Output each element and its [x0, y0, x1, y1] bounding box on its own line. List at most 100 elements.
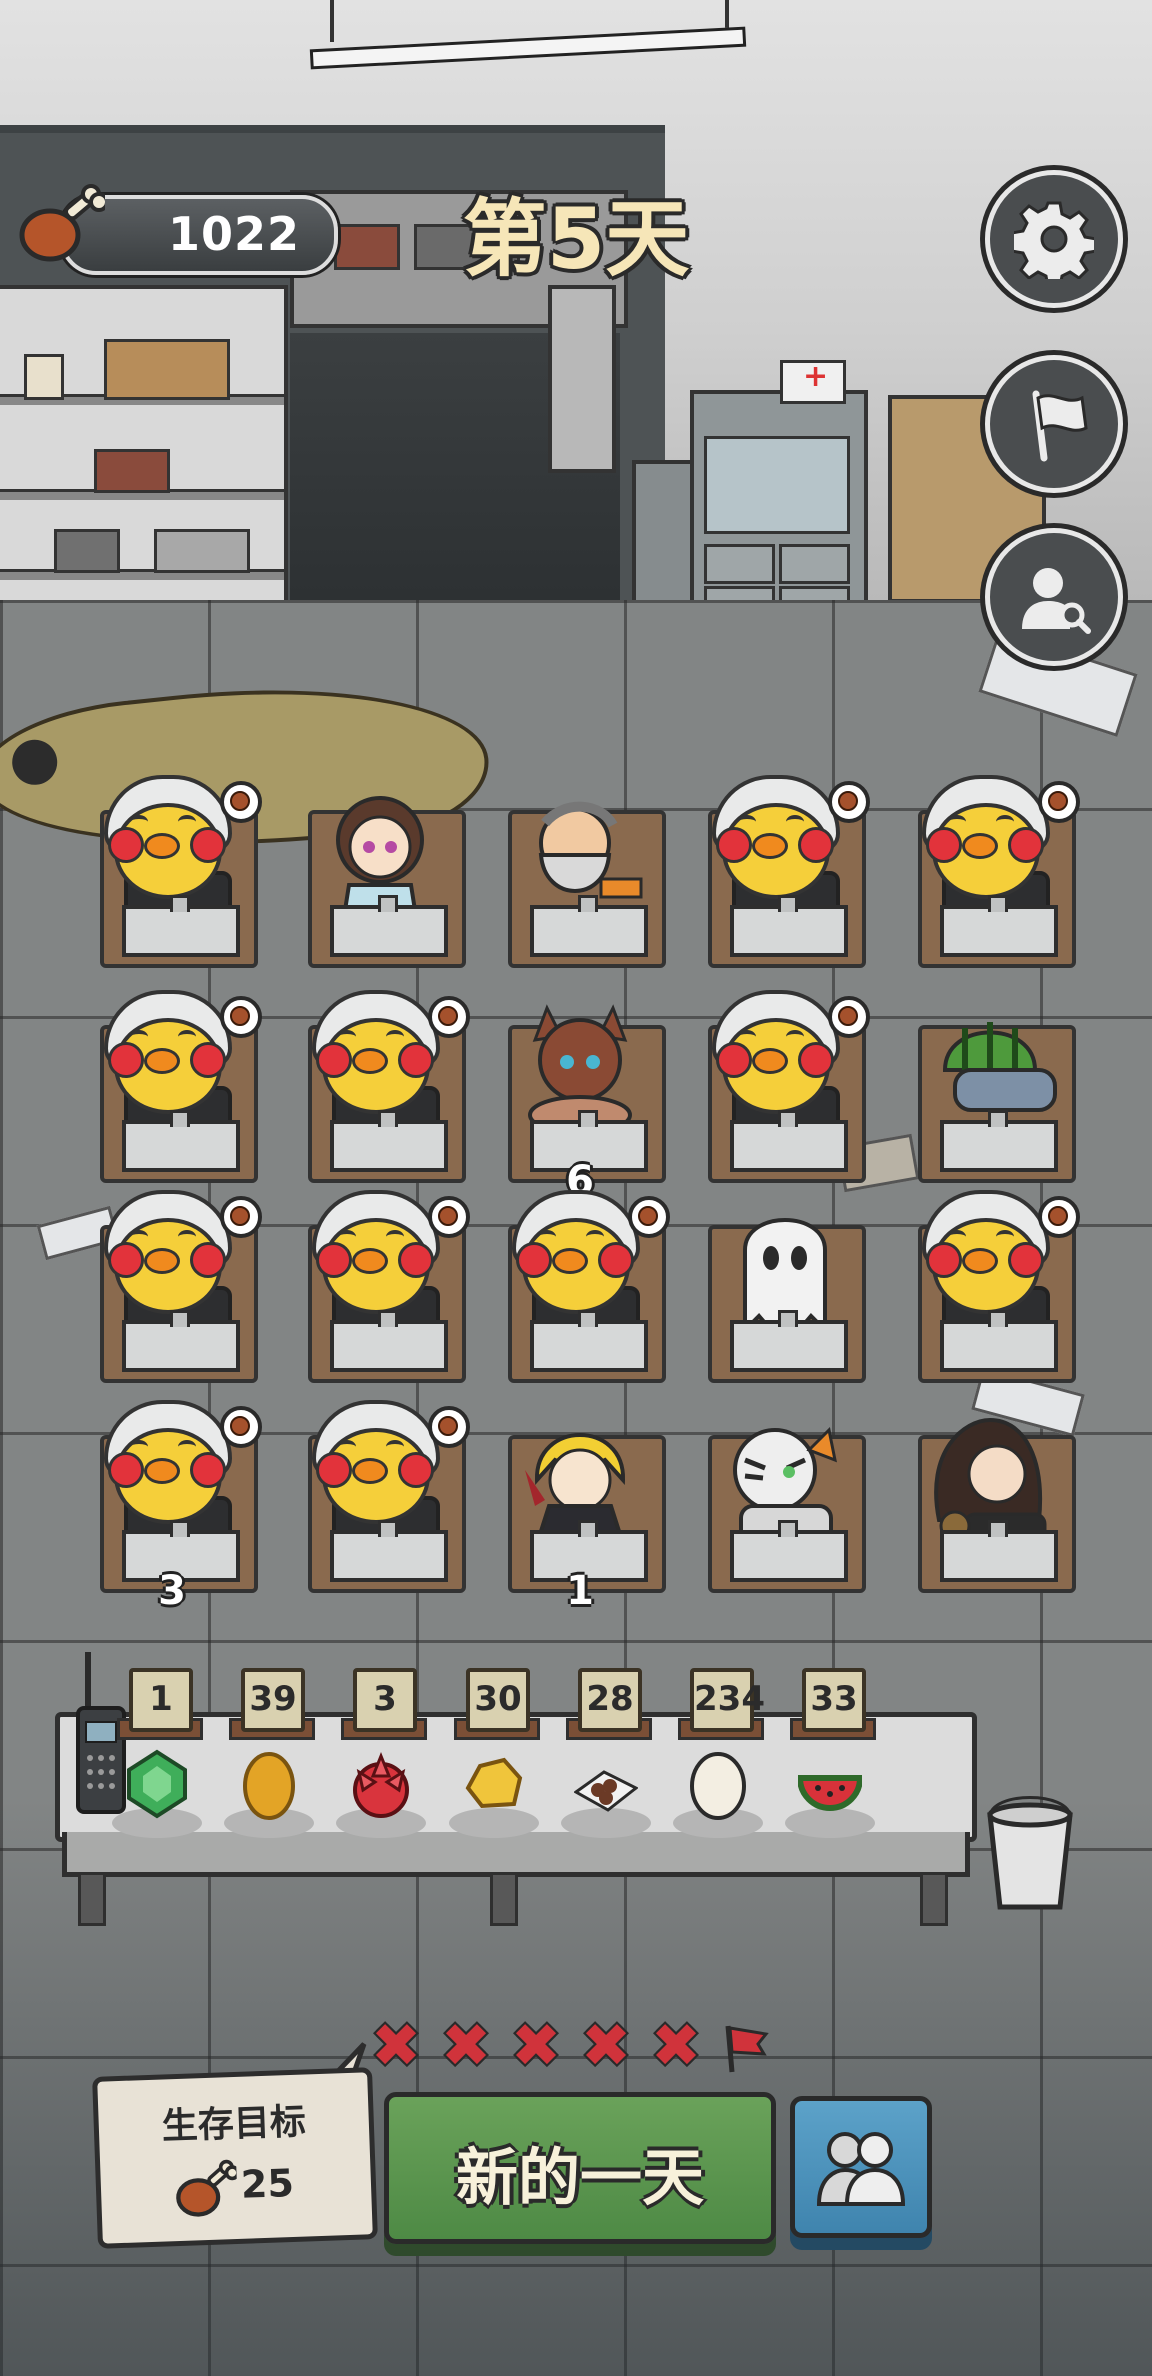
settings-button[interactable] — [985, 170, 1123, 308]
emerald-icon — [127, 1749, 187, 1819]
desk — [940, 1110, 1058, 1172]
drumstick-icon — [19, 184, 105, 262]
bucket-icon — [987, 1796, 1073, 1910]
desk — [730, 1520, 848, 1582]
basketball-icon — [428, 1406, 470, 1448]
user-search-icon — [1022, 568, 1091, 634]
desk — [330, 895, 448, 957]
student-chick-character — [94, 775, 234, 929]
group-icon — [816, 2132, 906, 2206]
seat-student[interactable] — [690, 990, 870, 1190]
desk — [730, 895, 848, 957]
seat-count: 1 — [566, 1568, 594, 1614]
basketball-icon — [828, 996, 870, 1038]
seat-horned-beast[interactable]: 6 — [490, 990, 670, 1204]
seat-student[interactable] — [82, 1190, 262, 1390]
item-count: 30 — [466, 1668, 530, 1732]
basketball-icon — [828, 781, 870, 823]
new-day-label: 新的一天 — [455, 2141, 704, 2214]
basketball-icon — [628, 1196, 670, 1238]
seat-student[interactable] — [290, 1400, 470, 1600]
desk — [940, 895, 1058, 957]
seat-student[interactable] — [690, 775, 870, 975]
item-count: 3 — [353, 1668, 417, 1732]
chocolate-plate-icon — [574, 1770, 638, 1812]
egg-icon — [690, 1752, 746, 1820]
strike-mark: ✖ — [370, 2011, 422, 2081]
inventory-item-emerald[interactable]: 1 — [107, 1668, 207, 1848]
seat-student[interactable] — [82, 990, 262, 1190]
seat-student[interactable] — [900, 1190, 1080, 1390]
desk — [940, 1520, 1058, 1582]
item-count: 33 — [802, 1668, 866, 1732]
basketball-icon — [1038, 781, 1080, 823]
radiation-icon — [9, 737, 60, 788]
basketball-icon — [428, 996, 470, 1038]
desk — [530, 1310, 648, 1372]
red-flag-icon — [725, 2025, 769, 2073]
inventory-item-gold-nugget[interactable]: 30 — [444, 1668, 544, 1848]
seat-student[interactable] — [82, 775, 262, 975]
desk — [330, 1310, 448, 1372]
student-chick-character — [94, 990, 234, 1144]
side-shelf — [548, 285, 616, 473]
basketball-icon — [220, 996, 262, 1038]
character-search-button[interactable] — [985, 528, 1123, 666]
strike-mark: ✖ — [510, 2011, 562, 2081]
golden-egg-icon — [243, 1752, 295, 1820]
student-chick-character — [94, 1400, 234, 1554]
surrender-flag-button[interactable] — [985, 355, 1123, 493]
item-count: 39 — [241, 1668, 305, 1732]
seat-student[interactable] — [290, 990, 470, 1190]
inventory-item-chocolate-plate[interactable]: 28 — [556, 1668, 656, 1848]
desk — [330, 1520, 448, 1582]
student-chick-character — [912, 1190, 1052, 1344]
gear-icon — [1014, 201, 1094, 279]
seat-student[interactable]: 3 — [82, 1400, 262, 1614]
student-chick-character — [302, 1400, 442, 1554]
desk — [330, 1110, 448, 1172]
desk — [122, 1110, 240, 1172]
desk — [122, 895, 240, 957]
student-chick-character — [302, 1190, 442, 1344]
basketball-icon — [220, 781, 262, 823]
inventory-item-dragonfruit[interactable]: 3 — [331, 1668, 431, 1848]
student-chick-character — [502, 1190, 642, 1344]
strike-mark: ✖ — [650, 2011, 702, 2081]
strike-mark: ✖ — [580, 2011, 632, 2081]
item-count: 1 — [129, 1668, 193, 1732]
seat-student[interactable] — [290, 1190, 470, 1390]
seat-count: 3 — [158, 1568, 186, 1614]
seat-braided-girl[interactable] — [290, 775, 470, 975]
student-chick-character — [702, 990, 842, 1144]
goal-food-amount: 25 — [240, 2160, 295, 2207]
seat-ghost[interactable] — [690, 1190, 870, 1390]
seat-dark-hair-girl[interactable] — [900, 1400, 1080, 1600]
desk — [730, 1310, 848, 1372]
student-chick-character — [702, 775, 842, 929]
seat-old-miner[interactable] — [490, 775, 670, 975]
food-count: 1022 — [167, 207, 301, 261]
seat-student[interactable] — [900, 775, 1080, 975]
seat-student[interactable] — [490, 1190, 670, 1390]
desk — [122, 1310, 240, 1372]
team-button[interactable] — [790, 2096, 932, 2238]
basketball-icon — [220, 1406, 262, 1448]
inventory-item-egg[interactable]: 234 — [668, 1668, 768, 1848]
drumstick-icon — [176, 2159, 239, 2217]
seat-blonde-vampire[interactable]: 1 — [490, 1400, 670, 1614]
student-chick-character — [94, 1190, 234, 1344]
seat-melon-helmet[interactable] — [900, 990, 1080, 1190]
desk — [530, 895, 648, 957]
day-title: 第5天 — [462, 190, 690, 288]
inventory-item-golden-egg[interactable]: 39 — [219, 1668, 319, 1848]
item-count: 234 — [690, 1668, 765, 1732]
new-day-button[interactable]: 新的一天 — [384, 2092, 776, 2244]
seat-white-tiger[interactable] — [690, 1400, 870, 1600]
basketball-icon — [220, 1196, 262, 1238]
watermelon-icon — [798, 1775, 862, 1811]
student-chick-character — [912, 775, 1052, 929]
storage-shelf — [0, 285, 288, 623]
inventory-item-watermelon[interactable]: 33 — [780, 1668, 880, 1848]
white-flag-icon — [1032, 390, 1088, 462]
